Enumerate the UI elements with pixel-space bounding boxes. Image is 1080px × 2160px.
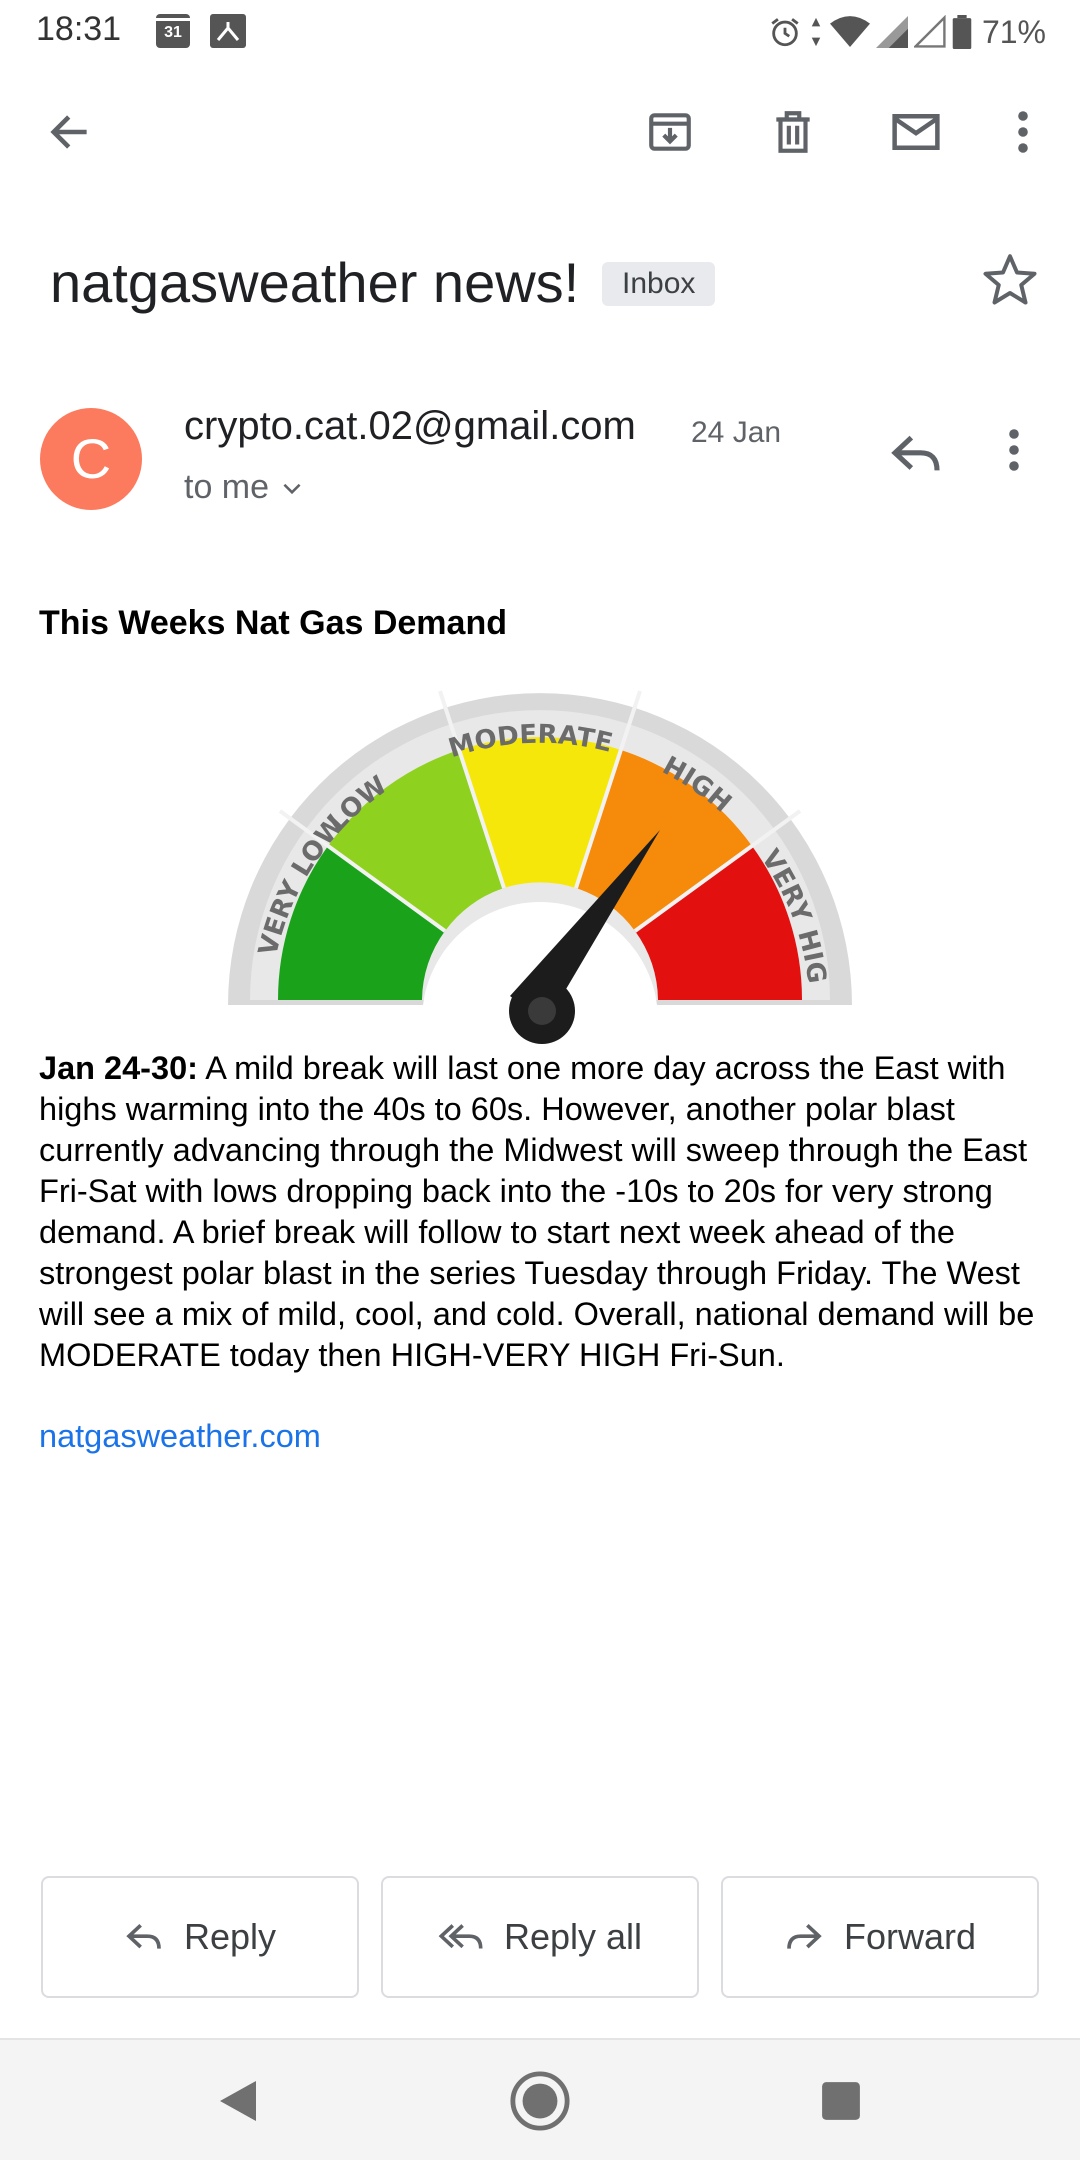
status-time: 18:31	[36, 10, 122, 48]
subject-row: natgasweather news! Inbox	[50, 240, 1040, 330]
reply-button[interactable]	[888, 426, 952, 490]
demand-gauge-image: VERY LOW LOW MODERATE HIGH VERY HIGH	[220, 680, 852, 1044]
battery-icon	[952, 15, 972, 49]
reply-all-label: Reply all	[503, 1916, 643, 1957]
status-bar: 18:31 31 71%	[0, 0, 1080, 64]
calendar-notification-icon: 31	[156, 14, 190, 48]
more-options-button[interactable]	[985, 94, 1061, 170]
message-actions: Reply Reply all Forward	[41, 1876, 1039, 1998]
delete-button[interactable]	[755, 94, 831, 170]
signal-icon	[875, 16, 908, 48]
reply-all-action-button[interactable]: Reply all	[381, 1876, 699, 1998]
data-arrows-icon	[811, 17, 821, 47]
arrow-left-icon	[50, 115, 87, 149]
forward-action-button[interactable]: Forward	[721, 1876, 1039, 1998]
back-button[interactable]	[31, 94, 107, 170]
sender-email: crypto.cat.02@gmail.com	[184, 404, 636, 448]
sender-header: C crypto.cat.02@gmail.com 24 Jan to me	[40, 398, 1050, 518]
email-date: 24 Jan	[691, 416, 782, 449]
battery-percentage: 71%	[981, 13, 1046, 50]
system-nav-bar	[0, 2038, 1080, 2160]
triangle-back-icon	[220, 2081, 256, 2121]
forecast-paragraph: A mild break will last one more day acro…	[39, 1050, 1035, 1373]
more-vert-icon	[1009, 429, 1019, 471]
status-icons: 71%	[768, 8, 1046, 56]
mail-icon	[892, 114, 940, 150]
reply-all-icon	[438, 1924, 483, 1949]
reply-icon	[126, 1923, 161, 1949]
sender-avatar[interactable]: C	[40, 408, 142, 510]
forward-label: Forward	[843, 1916, 977, 1957]
alarm-icon	[771, 18, 799, 47]
wifi-icon	[829, 16, 870, 47]
forward-icon	[787, 1923, 822, 1949]
message-body: Jan 24-30: A mild break will last one mo…	[39, 1048, 1049, 1376]
natgasweather-link[interactable]: natgasweather.com	[39, 1418, 321, 1455]
forecast-date-range: Jan 24-30:	[39, 1050, 198, 1086]
star-icon	[983, 254, 1037, 305]
chevron-down-icon	[283, 483, 301, 494]
archive-icon	[649, 113, 691, 151]
app-notification-icon	[210, 14, 246, 48]
reply-icon	[891, 435, 940, 471]
message-heading: This Weeks Nat Gas Demand	[39, 604, 507, 642]
reply-label: Reply	[183, 1916, 277, 1957]
home-circle-icon	[510, 2071, 570, 2131]
nav-recents-button[interactable]	[806, 2066, 876, 2136]
recipient-details-toggle[interactable]: to me	[184, 468, 305, 507]
recipient-label: to me	[184, 468, 270, 506]
trash-icon	[776, 111, 810, 153]
inbox-label-chip[interactable]: Inbox	[602, 262, 716, 306]
nav-home-button[interactable]	[505, 2066, 575, 2136]
nav-back-button[interactable]	[203, 2066, 273, 2136]
square-recents-icon	[822, 2082, 860, 2120]
more-vert-icon	[1018, 111, 1028, 153]
email-subject: natgasweather news!	[50, 251, 580, 314]
star-button[interactable]	[980, 250, 1040, 310]
top-app-bar	[0, 72, 1080, 192]
message-more-button[interactable]	[1006, 426, 1042, 490]
reply-action-button[interactable]: Reply	[41, 1876, 359, 1998]
mark-unread-button[interactable]	[878, 94, 954, 170]
signal-empty-icon	[913, 15, 946, 48]
archive-button[interactable]	[632, 94, 708, 170]
